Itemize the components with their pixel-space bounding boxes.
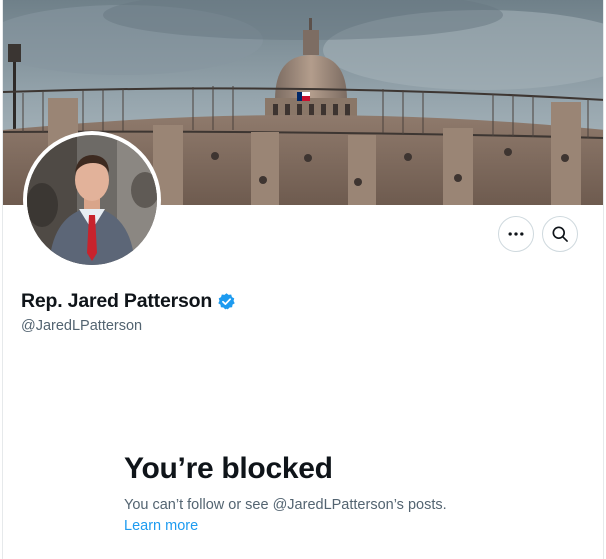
profile-handle: @JaredLPatterson: [21, 318, 143, 334]
learn-more-link[interactable]: Learn more: [124, 518, 198, 534]
verified-badge-icon[interactable]: [217, 292, 236, 311]
blocked-description: You can’t follow or see @JaredLPatterson…: [124, 497, 447, 513]
search-icon: [552, 226, 568, 242]
profile-avatar[interactable]: [23, 131, 161, 269]
profile-name-row: Rep. Jared Patterson: [21, 290, 236, 313]
avatar-photo: [27, 135, 157, 265]
search-posts-button[interactable]: [542, 216, 578, 252]
more-options-button[interactable]: [498, 216, 534, 252]
display-name: Rep. Jared Patterson: [21, 290, 213, 312]
more-horizontal-icon: [508, 232, 524, 236]
blocked-heading: You’re blocked: [124, 452, 333, 485]
profile-page: Rep. Jared Patterson @JaredLPatterson Yo…: [2, 0, 604, 559]
